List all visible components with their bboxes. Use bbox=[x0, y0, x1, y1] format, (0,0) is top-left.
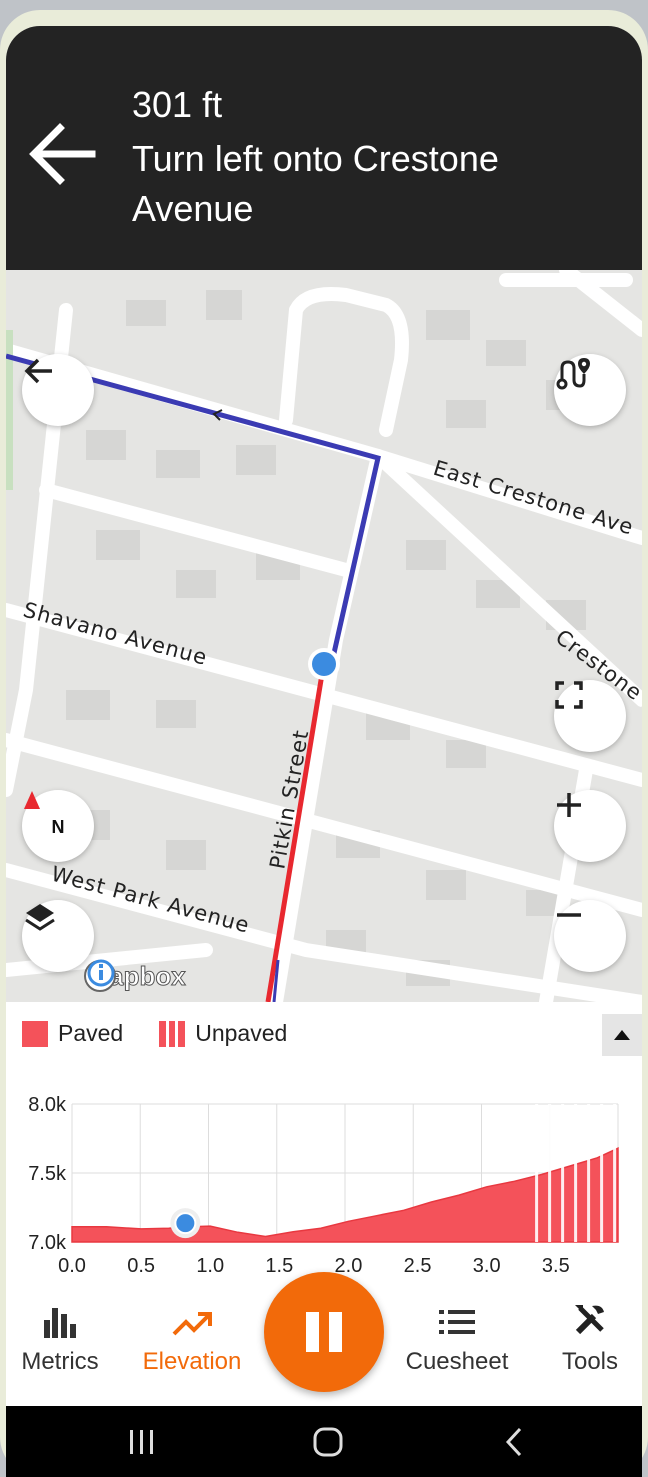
y-tick-label: 7.5k bbox=[28, 1163, 67, 1185]
tab-elevation-label: Elevation bbox=[142, 1348, 242, 1375]
info-icon[interactable] bbox=[86, 958, 116, 988]
fullscreen-button[interactable] bbox=[554, 680, 626, 752]
unpaved-stripe bbox=[600, 1104, 604, 1242]
unpaved-stripe bbox=[535, 1104, 539, 1242]
turn-instruction: Turn left onto Crestone Avenue bbox=[132, 138, 499, 229]
tab-elevation[interactable]: Elevation bbox=[132, 1280, 252, 1406]
back-button[interactable] bbox=[22, 354, 94, 426]
route-icon bbox=[556, 358, 590, 390]
pause-icon bbox=[306, 1312, 342, 1352]
tab-cuesheet-label: Cuesheet bbox=[405, 1348, 509, 1375]
pause-ride-button[interactable] bbox=[264, 1272, 384, 1392]
x-tick-label: 0.0 bbox=[58, 1255, 86, 1272]
tab-metrics[interactable]: Metrics bbox=[10, 1280, 110, 1406]
paved-label: Paved bbox=[58, 1020, 124, 1046]
legend-paved: Paved bbox=[22, 1020, 123, 1047]
arrow-left-icon bbox=[29, 123, 96, 185]
plus-icon bbox=[557, 793, 581, 817]
bar-chart-icon bbox=[44, 1308, 76, 1338]
unpaved-stripe bbox=[587, 1104, 591, 1242]
tab-tools[interactable]: Tools bbox=[546, 1280, 634, 1406]
zoom-out-button[interactable] bbox=[554, 900, 626, 972]
unpaved-stripe bbox=[561, 1104, 565, 1242]
x-tick-label: 2.0 bbox=[335, 1255, 363, 1272]
trending-up-icon bbox=[172, 1312, 212, 1336]
paved-swatch bbox=[22, 1020, 48, 1047]
home-icon bbox=[313, 1427, 343, 1457]
collapse-chart-button[interactable] bbox=[602, 1014, 642, 1056]
layers-icon bbox=[25, 904, 55, 931]
elevation-panel: Paved Unpaved 7.0k 7.5k 8.0k 0.0 0.5 1.0 1.5 2.… bbox=[6, 1002, 642, 1280]
compass-button[interactable]: N bbox=[22, 790, 94, 862]
turn-instruction-banner: 301 ft Turn left onto Crestone Avenue bbox=[6, 26, 642, 270]
unpaved-stripe bbox=[574, 1104, 578, 1242]
chevron-left-icon bbox=[505, 1427, 522, 1457]
x-tick-label: 3.0 bbox=[473, 1255, 501, 1272]
tab-metrics-label: Metrics bbox=[21, 1348, 99, 1375]
recent-apps-button[interactable] bbox=[118, 1418, 166, 1466]
x-tick-label: 3.5 bbox=[542, 1255, 570, 1272]
system-back-button[interactable] bbox=[490, 1418, 538, 1466]
unpaved-stripe bbox=[613, 1104, 617, 1242]
x-tick-label: 2.5 bbox=[404, 1255, 432, 1272]
compass-label: N bbox=[51, 816, 65, 837]
unpaved-swatch bbox=[159, 1020, 186, 1047]
unpaved-label: Unpaved bbox=[195, 1020, 288, 1046]
device-frame: 301 ft Turn left onto Crestone Avenue Ea… bbox=[0, 10, 648, 1477]
list-icon bbox=[439, 1310, 475, 1334]
system-nav-bar bbox=[6, 1406, 642, 1477]
route-overview-button[interactable] bbox=[554, 354, 626, 426]
tools-icon bbox=[575, 1305, 604, 1335]
y-tick-label: 7.0k bbox=[28, 1232, 67, 1254]
bottom-tab-bar: Metrics Elevation Cuesheet Tools bbox=[6, 1272, 642, 1406]
elevation-chart[interactable]: 7.0k 7.5k 8.0k 0.0 0.5 1.0 1.5 2.0 2.5 3.0 3.5 bbox=[6, 1072, 642, 1272]
x-tick-label: 1.5 bbox=[265, 1255, 293, 1272]
unpaved-stripe bbox=[548, 1104, 552, 1242]
arrow-left-icon bbox=[24, 358, 52, 384]
mapbox-attribution[interactable]: mapbox bbox=[82, 958, 186, 994]
current-position-dot bbox=[312, 652, 336, 676]
tab-cuesheet[interactable]: Cuesheet bbox=[398, 1280, 516, 1406]
map-canvas: East Crestone Ave Crestone A Shavano Ave… bbox=[6, 270, 642, 1002]
turn-distance: 301 ft bbox=[132, 84, 223, 125]
elevation-legend: Paved Unpaved bbox=[22, 1020, 323, 1047]
map-view[interactable]: East Crestone Ave Crestone A Shavano Ave… bbox=[6, 270, 642, 1002]
chart-position-marker bbox=[174, 1212, 197, 1235]
fullscreen-icon bbox=[555, 681, 583, 709]
tab-tools-label: Tools bbox=[561, 1348, 619, 1375]
minus-icon bbox=[557, 913, 581, 917]
street-label-shavano: Shavano Avenue bbox=[21, 598, 210, 670]
recent-apps-icon bbox=[130, 1430, 153, 1454]
y-tick-label: 8.0k bbox=[28, 1094, 67, 1116]
compass-north-icon bbox=[24, 791, 40, 809]
caret-up-icon bbox=[614, 1030, 630, 1040]
x-tick-label: 1.0 bbox=[196, 1255, 224, 1272]
x-tick-label: 0.5 bbox=[127, 1255, 155, 1272]
app-screen: 301 ft Turn left onto Crestone Avenue Ea… bbox=[6, 26, 642, 1477]
home-button[interactable] bbox=[304, 1418, 352, 1466]
zoom-in-button[interactable] bbox=[554, 790, 626, 862]
legend-unpaved: Unpaved bbox=[159, 1020, 287, 1047]
